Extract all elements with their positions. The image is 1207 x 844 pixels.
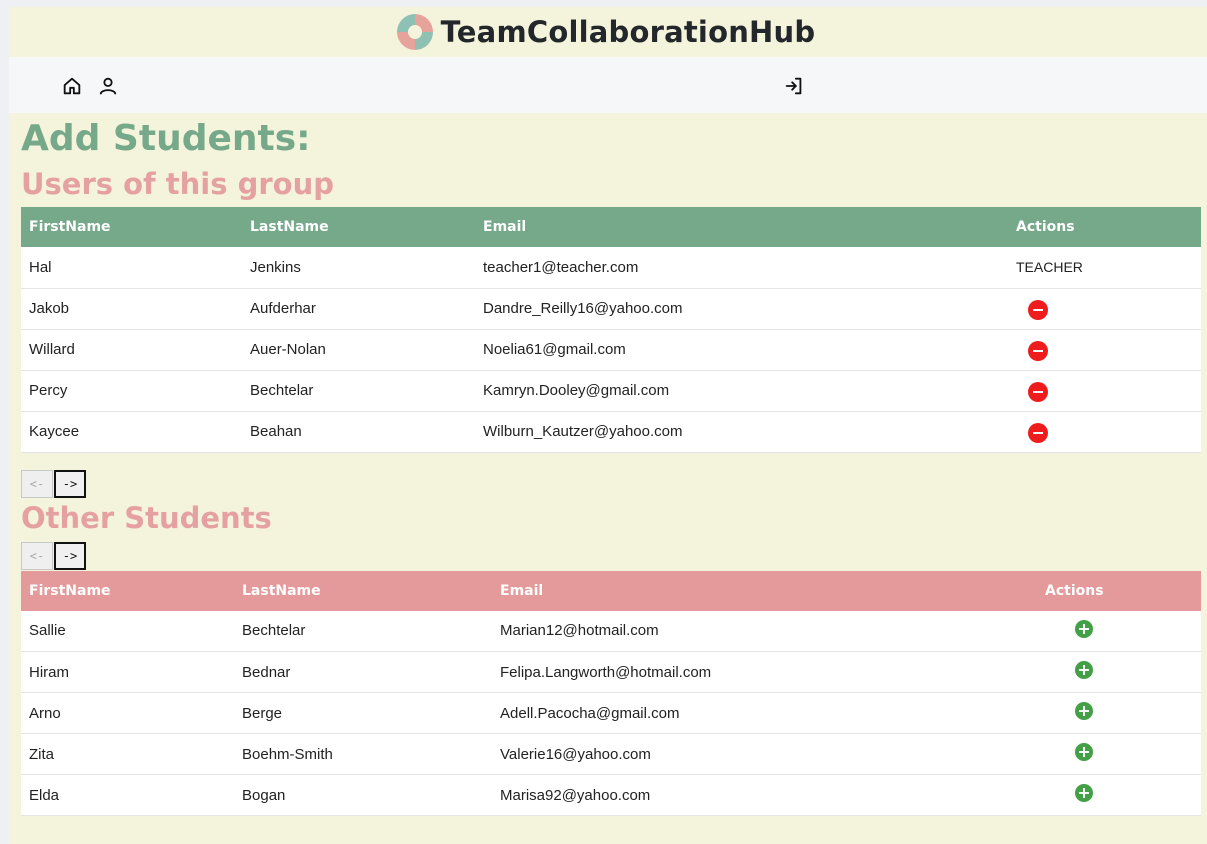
cell-lastname: Bechtelar xyxy=(242,622,306,640)
navbar xyxy=(9,57,1207,113)
cell-lastname: Aufderhar xyxy=(250,300,316,317)
remove-user-icon[interactable] xyxy=(1028,381,1048,402)
table-row: Zita Boehm-Smith Valerie16@yahoo.com xyxy=(21,734,1201,775)
table-row: Elda Bogan Marisa92@yahoo.com xyxy=(21,775,1201,816)
remove-user-icon[interactable] xyxy=(1028,422,1048,443)
cell-firstname: Percy xyxy=(29,382,68,399)
cell-lastname: Bogan xyxy=(242,786,286,804)
main-content: Add Students: Users of this group FirstN… xyxy=(9,119,1207,816)
column-header-firstname: FirstName xyxy=(29,219,111,235)
cell-email: Felipa.Langworth@hotmail.com xyxy=(500,663,712,681)
next-page-button[interactable]: -> xyxy=(54,541,86,570)
cell-email: teacher1@teacher.com xyxy=(483,258,639,276)
column-header-email: Email xyxy=(483,219,527,235)
cell-firstname: Zita xyxy=(29,745,55,763)
cell-email: Marisa92@yahoo.com xyxy=(500,786,651,804)
cell-lastname: Jenkins xyxy=(250,258,301,276)
cell-lastname: Boehm-Smith xyxy=(242,745,333,763)
cell-firstname: Willard xyxy=(29,341,75,358)
add-user-icon[interactable] xyxy=(1075,619,1093,638)
table-row: Jakob Aufderhar Dandre_Reilly16@yahoo.co… xyxy=(21,288,1201,329)
table-row: Kaycee Beahan Wilburn_Kautzer@yahoo.com xyxy=(21,411,1201,452)
cell-email: Valerie16@yahoo.com xyxy=(500,745,651,763)
cell-lastname: Auer-Nolan xyxy=(250,341,326,358)
add-user-icon[interactable] xyxy=(1075,661,1093,679)
home-icon[interactable] xyxy=(61,75,83,97)
cell-firstname: Sallie xyxy=(29,622,66,640)
column-header-lastname: LastName xyxy=(242,582,321,599)
role-label: TEACHER xyxy=(1016,258,1083,275)
next-page-button[interactable]: -> xyxy=(54,469,86,498)
page-title: Add Students: xyxy=(21,118,311,159)
column-header-actions: Actions xyxy=(1045,582,1104,599)
others-pagination: <- -> xyxy=(21,541,1201,571)
logo-icon xyxy=(396,14,433,50)
cell-firstname: Arno xyxy=(29,704,61,722)
table-row: Arno Berge Adell.Pacocha@gmail.com xyxy=(21,693,1201,734)
app-header: TeamCollaborationHub xyxy=(9,7,1207,57)
cell-lastname: Bednar xyxy=(242,663,291,681)
cell-lastname: Bechtelar xyxy=(250,382,314,399)
cell-email: Marian12@hotmail.com xyxy=(500,622,659,640)
table-row: Hal Jenkins teacher1@teacher.com TEACHER xyxy=(21,247,1201,288)
group-section-title: Users of this group xyxy=(21,167,334,201)
app-root: TeamCollaborationHub Add Students: Users… xyxy=(9,7,1207,844)
add-user-icon[interactable] xyxy=(1075,743,1093,761)
column-header-actions: Actions xyxy=(1016,219,1075,235)
table-row: Willard Auer-Nolan Noelia61@gmail.com xyxy=(21,329,1201,370)
cell-lastname: Berge xyxy=(242,704,283,722)
other-students-table: FirstName LastName Email Actions Sallie … xyxy=(21,570,1201,816)
previous-page-button[interactable]: <- xyxy=(21,541,53,570)
table-header-row: FirstName LastName Email Actions xyxy=(21,570,1201,611)
column-header-firstname: FirstName xyxy=(29,582,111,599)
group-pagination: <- -> xyxy=(21,469,1201,499)
remove-user-icon[interactable] xyxy=(1028,340,1048,361)
add-user-icon[interactable] xyxy=(1075,784,1093,802)
table-row: Sallie Bechtelar Marian12@hotmail.com xyxy=(21,611,1201,652)
app-title: TeamCollaborationHub xyxy=(440,15,816,49)
table-row: Percy Bechtelar Kamryn.Dooley@gmail.com xyxy=(21,370,1201,411)
cell-email: Dandre_Reilly16@yahoo.com xyxy=(483,300,683,317)
add-user-icon[interactable] xyxy=(1075,702,1093,720)
login-icon[interactable] xyxy=(783,75,805,97)
cell-email: Wilburn_Kautzer@yahoo.com xyxy=(483,423,683,440)
cell-firstname: Kaycee xyxy=(29,423,80,440)
other-students-title: Other Students xyxy=(21,500,272,535)
table-header-row: FirstName LastName Email Actions xyxy=(21,207,1201,247)
cell-firstname: Elda xyxy=(29,786,60,804)
cell-email: Noelia61@gmail.com xyxy=(483,341,626,358)
group-users-table: FirstName LastName Email Actions Hal Jen… xyxy=(21,207,1201,453)
column-header-lastname: LastName xyxy=(250,219,329,235)
cell-lastname: Beahan xyxy=(250,423,302,440)
cell-firstname: Hiram xyxy=(29,663,69,681)
previous-page-button[interactable]: <- xyxy=(21,469,53,498)
remove-user-icon[interactable] xyxy=(1028,299,1048,320)
cell-email: Adell.Pacocha@gmail.com xyxy=(500,704,680,722)
table-row: Hiram Bednar Felipa.Langworth@hotmail.co… xyxy=(21,652,1201,693)
cell-firstname: Jakob xyxy=(29,300,70,317)
cell-email: Kamryn.Dooley@gmail.com xyxy=(483,382,670,399)
user-icon[interactable] xyxy=(97,75,119,97)
cell-firstname: Hal xyxy=(29,258,52,276)
column-header-email: Email xyxy=(500,582,544,599)
